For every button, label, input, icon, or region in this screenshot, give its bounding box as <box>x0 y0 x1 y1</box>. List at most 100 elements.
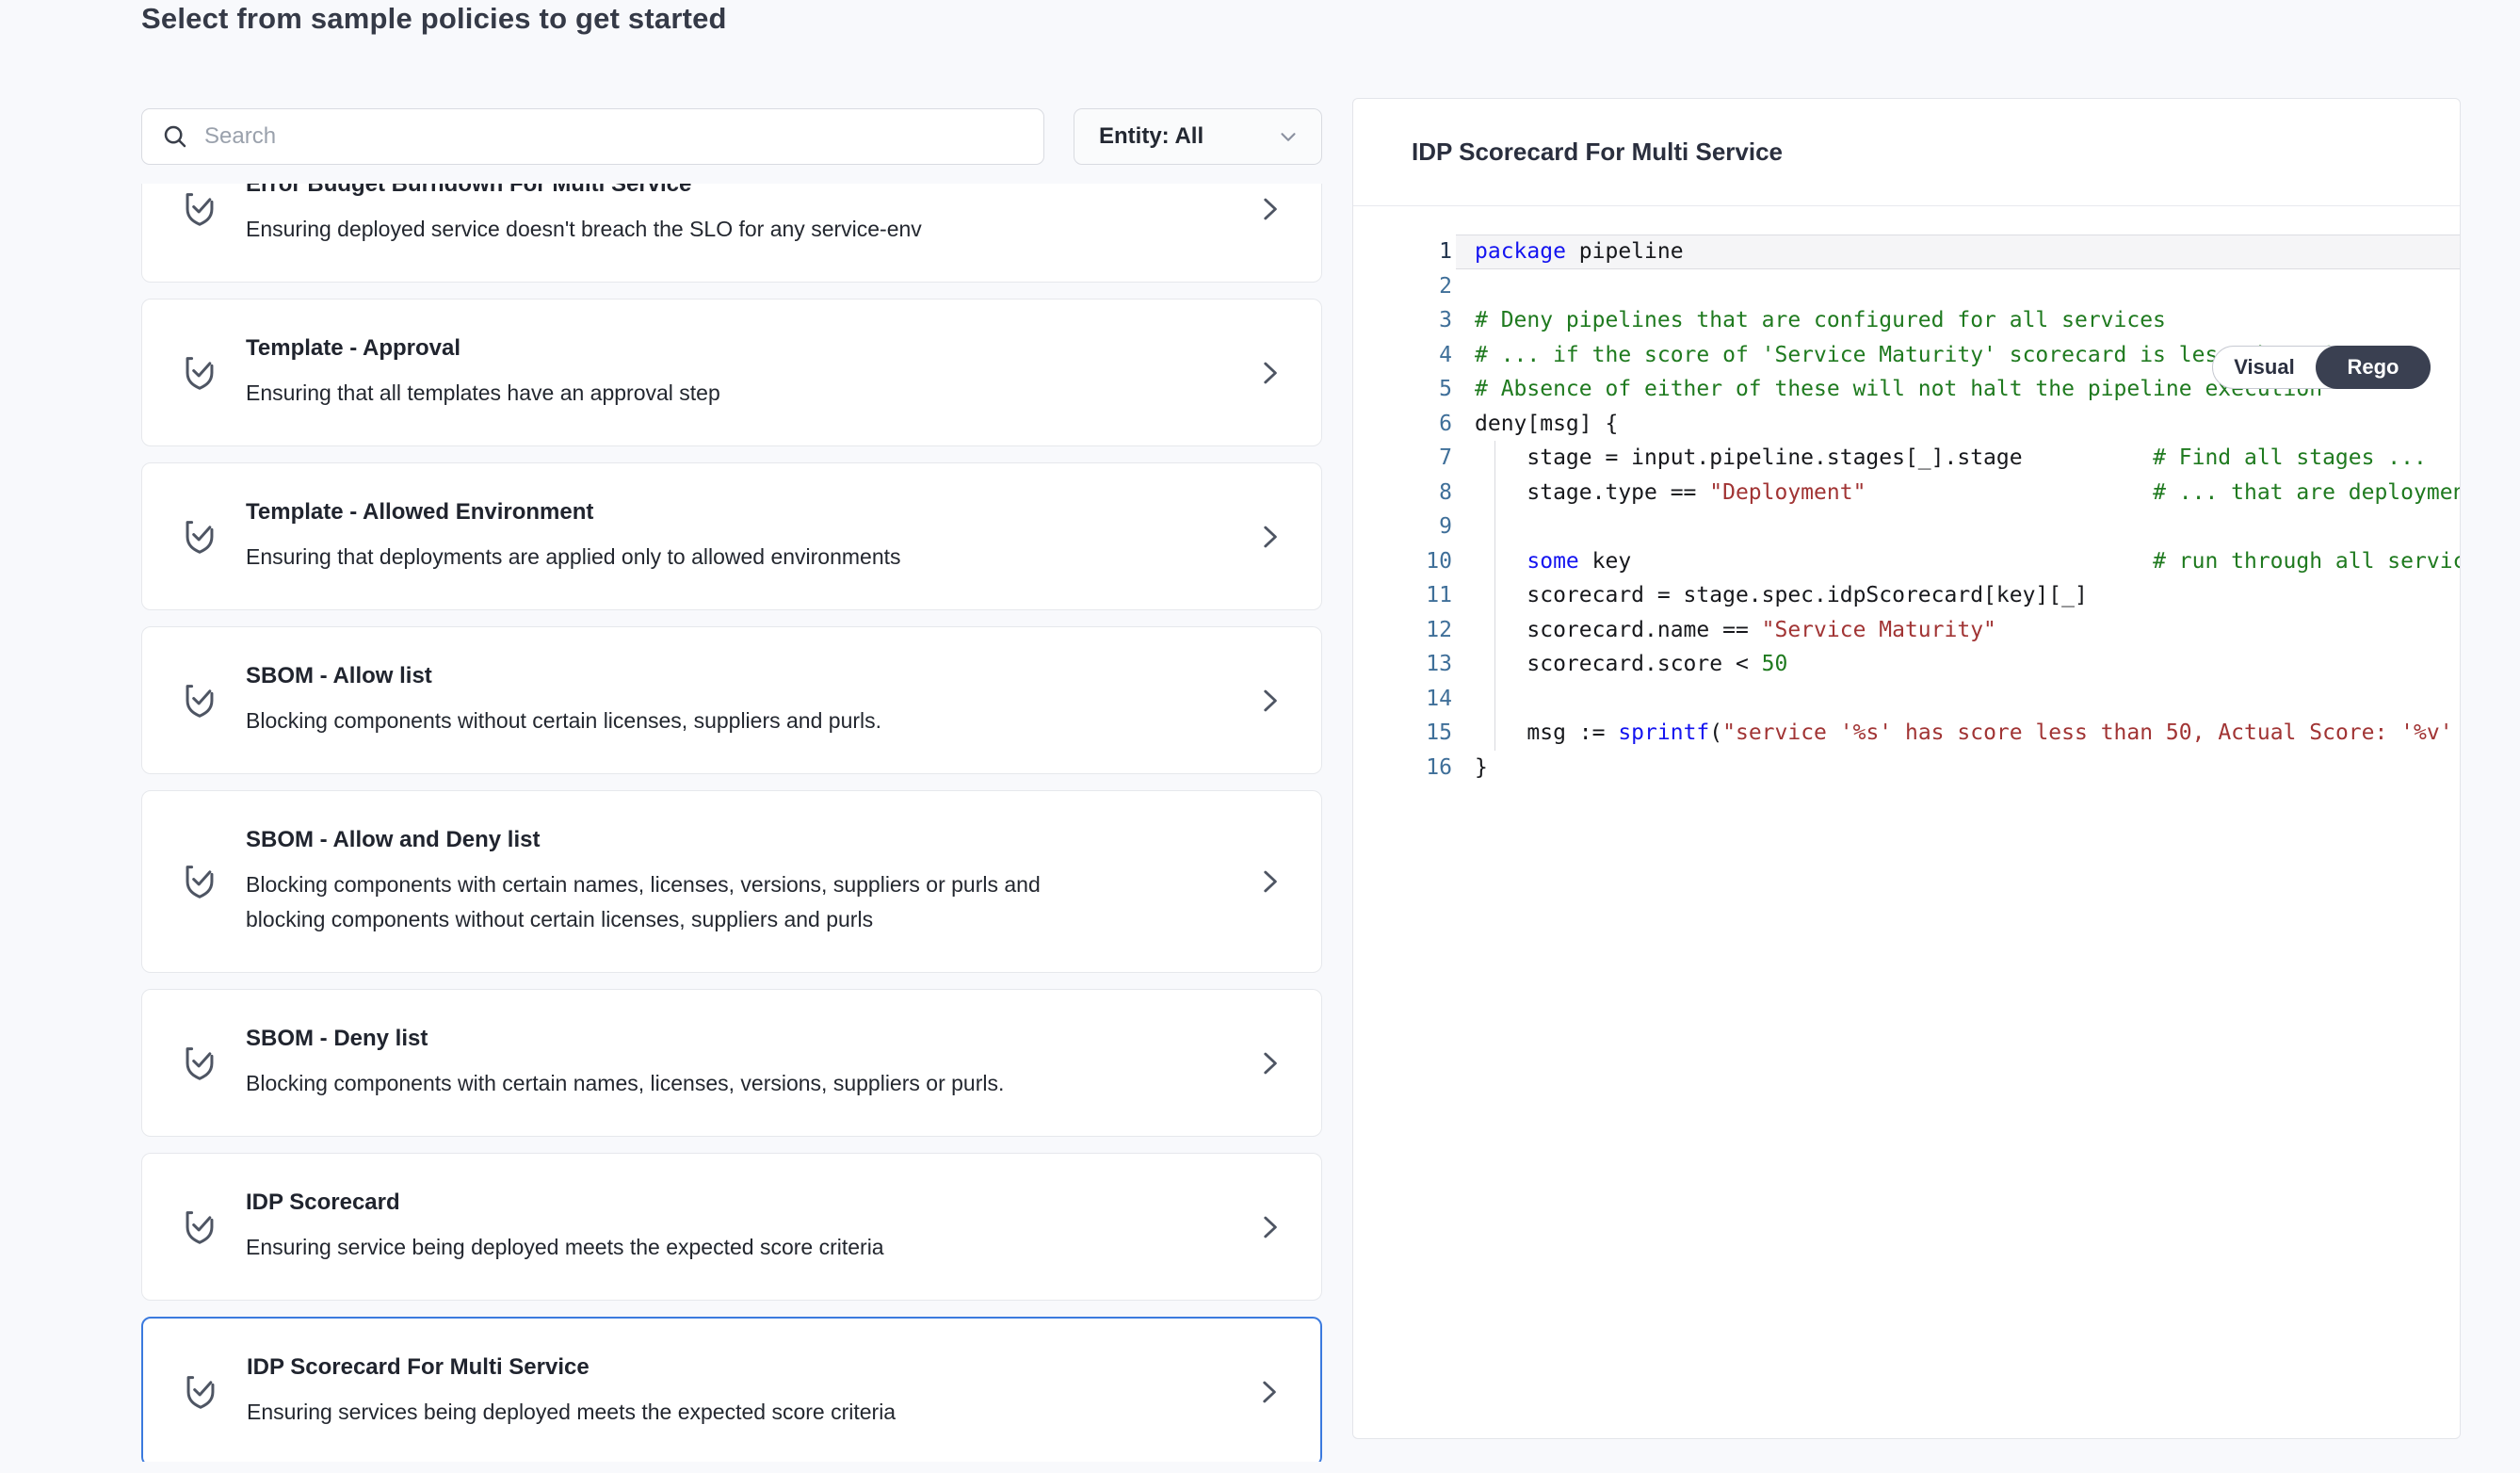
line-number: 12 <box>1353 613 1452 648</box>
detail-header: IDP Scorecard For Multi Service <box>1353 99 2460 206</box>
code-line-text: deny[msg] { <box>1452 407 2460 442</box>
policy-list: Error Budget Burndown For Multi Service … <box>141 184 1322 1462</box>
policy-title: SBOM - Deny list <box>246 1025 1004 1053</box>
line-number: 13 <box>1353 647 1452 682</box>
line-number: 15 <box>1353 716 1452 751</box>
shield-check-icon <box>180 351 221 395</box>
code-line: 13 scorecard.score < 50 <box>1353 647 2460 682</box>
code-line-text: package pipeline <box>1456 235 2460 269</box>
policy-card[interactable]: Error Budget Burndown For Multi Service … <box>141 184 1322 283</box>
line-number: 9 <box>1353 510 1452 544</box>
indent-guide <box>1494 441 1495 751</box>
code-line-text <box>1452 682 2460 717</box>
policy-title: SBOM - Allow list <box>246 662 881 690</box>
shield-check-icon <box>180 187 221 231</box>
code-line-text: # Deny pipelines that are configured for… <box>1452 303 2460 338</box>
policy-description: Ensuring deployed service doesn't breach… <box>246 212 922 247</box>
code-line: 6 deny[msg] { <box>1353 407 2460 442</box>
code-line: 8 stage.type == "Deployment" # ... that … <box>1353 476 2460 510</box>
policy-title: SBOM - Allow and Deny list <box>246 826 1074 854</box>
line-number: 14 <box>1353 682 1452 717</box>
code-line-text: stage.type == "Deployment" # ... that ar… <box>1452 476 2460 510</box>
code-line: 14 <box>1353 682 2460 717</box>
code-line: 3 # Deny pipelines that are configured f… <box>1353 303 2460 338</box>
policy-title: Template - Allowed Environment <box>246 498 901 526</box>
line-number: 11 <box>1353 578 1452 613</box>
line-number: 2 <box>1353 269 1452 304</box>
policy-title: Error Budget Burndown For Multi Service <box>246 184 922 199</box>
entity-filter-label: Entity: All <box>1099 123 1203 150</box>
policy-card[interactable]: SBOM - Allow and Deny list Blocking comp… <box>141 790 1322 973</box>
policy-card[interactable]: IDP Scorecard Ensuring service being dep… <box>141 1153 1322 1301</box>
line-number: 5 <box>1353 372 1452 407</box>
code-line-text: some key # run through all services <box>1452 544 2460 579</box>
line-number: 6 <box>1353 407 1452 442</box>
line-number: 16 <box>1353 751 1452 785</box>
code-line: 1 package pipeline <box>1353 235 2460 269</box>
shield-check-icon <box>180 860 221 903</box>
policy-title: IDP Scorecard For Multi Service <box>247 1353 896 1382</box>
line-number: 4 <box>1353 338 1452 373</box>
policy-card[interactable]: Template - Approval Ensuring that all te… <box>141 299 1322 446</box>
code-line: 11 scorecard = stage.spec.idpScorecard[k… <box>1353 578 2460 613</box>
chevron-right-icon <box>1252 1373 1284 1411</box>
rego-code-editor[interactable]: Visual Rego 1 package pipeline 2 3 # Den… <box>1353 206 2460 785</box>
policy-card[interactable]: IDP Scorecard For Multi Service Ensuring… <box>141 1317 1322 1462</box>
shield-check-icon <box>180 679 221 722</box>
policy-description: Blocking components with certain names, … <box>246 1066 1004 1101</box>
code-line: 10 some key # run through all services <box>1353 544 2460 579</box>
search-icon <box>161 122 189 151</box>
search-box[interactable] <box>141 108 1044 165</box>
code-line: 9 <box>1353 510 2460 544</box>
code-line: 2 <box>1353 269 2460 304</box>
chevron-right-icon <box>1253 518 1285 556</box>
line-number: 7 <box>1353 441 1452 476</box>
visual-tab[interactable]: Visual <box>2213 347 2316 388</box>
shield-check-icon <box>180 1042 221 1085</box>
code-line-text: scorecard.name == "Service Maturity" <box>1452 613 2460 648</box>
chevron-right-icon <box>1253 1044 1285 1082</box>
entity-filter-dropdown[interactable]: Entity: All <box>1074 108 1322 165</box>
policy-description: Ensuring that all templates have an appr… <box>246 376 720 411</box>
chevron-down-icon <box>1276 124 1300 149</box>
policy-title: IDP Scorecard <box>246 1189 884 1217</box>
policy-description: Blocking components without certain lice… <box>246 704 881 738</box>
shield-check-icon <box>180 515 221 558</box>
line-number: 10 <box>1353 544 1452 579</box>
code-line: 7 stage = input.pipeline.stages[_].stage… <box>1353 441 2460 476</box>
rego-tab[interactable]: Rego <box>2316 346 2431 389</box>
detail-title: IDP Scorecard For Multi Service <box>1412 138 1783 167</box>
code-line: 16 } <box>1353 751 2460 785</box>
code-line-text: stage = input.pipeline.stages[_].stage #… <box>1452 441 2460 476</box>
policy-title: Template - Approval <box>246 334 720 363</box>
code-line-text: msg := sprintf("service '%s' has score l… <box>1452 716 2460 751</box>
policy-card[interactable]: SBOM - Deny list Blocking components wit… <box>141 989 1322 1137</box>
page-title: Select from sample policies to get start… <box>141 2 727 36</box>
chevron-right-icon <box>1253 354 1285 392</box>
code-line: 12 scorecard.name == "Service Maturity" <box>1353 613 2460 648</box>
code-line: 15 msg := sprintf("service '%s' has scor… <box>1353 716 2460 751</box>
line-number: 1 <box>1353 235 1452 269</box>
line-number: 8 <box>1353 476 1452 510</box>
code-line-text: } <box>1452 751 2460 785</box>
chevron-right-icon <box>1253 863 1285 900</box>
code-lines: 1 package pipeline 2 3 # Deny pipelines … <box>1353 235 2460 785</box>
code-line-text: scorecard = stage.spec.idpScorecard[key]… <box>1452 578 2460 613</box>
policy-description: Blocking components with certain names, … <box>246 867 1074 937</box>
shield-check-icon <box>180 1206 221 1249</box>
shield-check-icon <box>181 1370 222 1414</box>
visual-rego-toggle: Visual Rego <box>2212 346 2431 389</box>
policy-detail-panel: IDP Scorecard For Multi Service Visual R… <box>1352 98 2461 1439</box>
code-line-text <box>1452 269 2460 304</box>
chevron-right-icon <box>1253 190 1285 228</box>
policy-card[interactable]: Template - Allowed Environment Ensuring … <box>141 462 1322 610</box>
code-line-text <box>1452 510 2460 544</box>
policy-card[interactable]: SBOM - Allow list Blocking components wi… <box>141 626 1322 774</box>
policy-description: Ensuring services being deployed meets t… <box>247 1395 896 1430</box>
chevron-right-icon <box>1253 1208 1285 1246</box>
search-input[interactable] <box>204 123 1025 150</box>
policy-description: Ensuring that deployments are applied on… <box>246 540 901 575</box>
policy-description: Ensuring service being deployed meets th… <box>246 1230 884 1265</box>
code-line-text: scorecard.score < 50 <box>1452 647 2460 682</box>
chevron-right-icon <box>1253 682 1285 720</box>
